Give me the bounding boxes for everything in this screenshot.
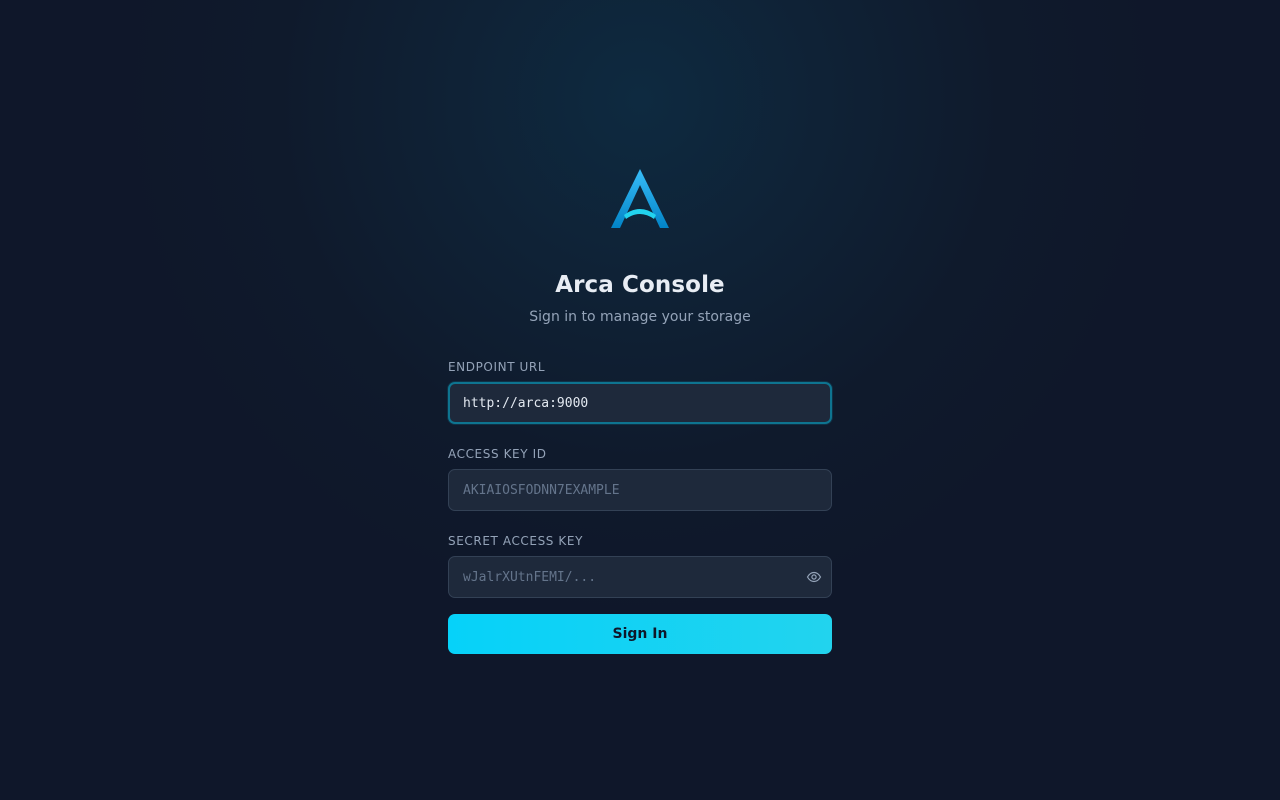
access-key-id-wrap: [448, 469, 832, 511]
endpoint-url-wrap: [448, 382, 832, 424]
secret-access-key-label: SECRET ACCESS KEY: [448, 534, 584, 548]
secret-access-key-wrap: [448, 556, 832, 598]
page-title: Arca Console: [555, 272, 725, 298]
endpoint-url-input[interactable]: [448, 382, 832, 424]
sign-in-form: ENDPOINT URL ACCESS KEY ID SECRET ACCESS…: [448, 360, 832, 654]
secret-access-key-input[interactable]: [448, 556, 832, 598]
eye-icon[interactable]: [806, 569, 822, 585]
logo: [610, 168, 670, 230]
sign-in-button[interactable]: Sign In: [448, 614, 832, 654]
arca-logo-icon: [611, 169, 669, 228]
access-key-id-input[interactable]: [448, 469, 832, 511]
access-key-id-label: ACCESS KEY ID: [448, 447, 547, 461]
page-subtitle: Sign in to manage your storage: [529, 309, 751, 325]
endpoint-url-label: ENDPOINT URL: [448, 360, 546, 374]
